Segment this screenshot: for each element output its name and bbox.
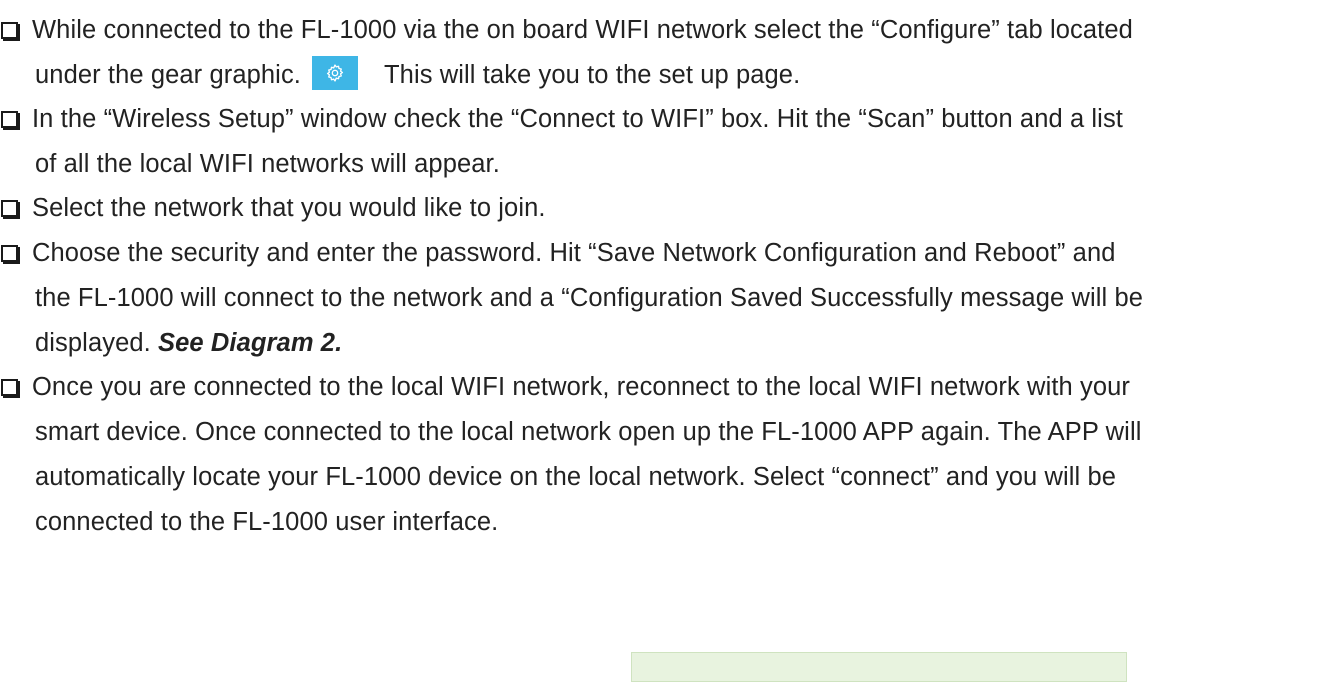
instruction-item: Once you are connected to the local WIFI…	[0, 365, 1320, 545]
instruction-text: smart device. Once connected to the loca…	[35, 418, 1142, 446]
configure-gear-button	[311, 56, 358, 90]
instruction-line: displayed. See Diagram 2.	[0, 321, 1320, 366]
diagram-panel	[631, 652, 1127, 682]
diagram-reference: See Diagram 2.	[158, 329, 343, 357]
instruction-text: of all the local WIFI networks will appe…	[35, 150, 500, 178]
instruction-item: While connected to the FL-1000 via the o…	[0, 8, 1320, 98]
checkbox-icon	[1, 245, 18, 262]
instruction-document: While connected to the FL-1000 via the o…	[0, 0, 1330, 682]
instruction-text: under the gear graphic.	[35, 61, 301, 89]
instruction-line: connected to the FL-1000 user interface.	[0, 500, 1320, 545]
instruction-item: Choose the security and enter the passwo…	[0, 231, 1320, 366]
checkbox-icon	[1, 200, 18, 217]
instruction-line: the FL-1000 will connect to the network …	[0, 276, 1320, 321]
instruction-line: Choose the security and enter the passwo…	[0, 231, 1320, 276]
instruction-text: displayed.	[35, 329, 151, 357]
instruction-text: Once you are connected to the local WIFI…	[32, 373, 1130, 401]
instruction-line: automatically locate your FL-1000 device…	[0, 455, 1320, 500]
checkbox-icon	[1, 22, 18, 39]
instruction-item: Select the network that you would like t…	[0, 186, 1320, 231]
instruction-text: This will take you to the set up page.	[383, 61, 801, 89]
instruction-line: While connected to the FL-1000 via the o…	[0, 8, 1320, 53]
instruction-line: smart device. Once connected to the loca…	[0, 410, 1320, 455]
gear-icon	[326, 64, 344, 82]
instruction-text: connected to the FL-1000 user interface.	[35, 508, 499, 536]
checkbox-icon	[1, 379, 18, 396]
instruction-line: In the “Wireless Setup” window check the…	[0, 97, 1320, 142]
instruction-text: While connected to the FL-1000 via the o…	[32, 16, 1133, 44]
instruction-text: In the “Wireless Setup” window check the…	[32, 105, 1123, 133]
instruction-text: automatically locate your FL-1000 device…	[35, 463, 1117, 491]
instruction-line: of all the local WIFI networks will appe…	[0, 142, 1320, 187]
instruction-text: the FL-1000 will connect to the network …	[35, 284, 1144, 312]
instruction-text: Choose the security and enter the passwo…	[32, 239, 1116, 267]
instruction-text: Select the network that you would like t…	[32, 194, 546, 222]
instruction-item: In the “Wireless Setup” window check the…	[0, 97, 1320, 187]
instruction-line: Select the network that you would like t…	[0, 186, 1320, 231]
instruction-line: Once you are connected to the local WIFI…	[0, 365, 1320, 410]
checkbox-icon	[1, 111, 18, 128]
instruction-line: under the gear graphic. This will take yo…	[0, 53, 1320, 98]
